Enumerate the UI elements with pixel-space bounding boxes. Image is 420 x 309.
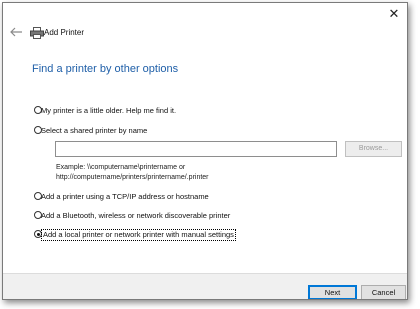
option-shared-printer-label: Select a shared printer by name	[41, 126, 148, 135]
example-line-1: Example: \\computername\printername or	[56, 164, 186, 171]
close-icon[interactable]: ✕	[387, 7, 401, 21]
back-arrow-icon[interactable]	[9, 26, 23, 38]
option-bluetooth-printer-label: Add a Bluetooth, wireless or network dis…	[41, 211, 231, 220]
browse-button[interactable]: Browse...	[345, 141, 402, 157]
cancel-button[interactable]: Cancel	[361, 285, 406, 299]
add-printer-dialog: ✕ Add Printer Find a printer by other op…	[2, 2, 408, 300]
option-local-printer-label: Add a local printer or network printer w…	[41, 229, 236, 241]
example-line-2: http://computername/printers/printername…	[56, 174, 209, 181]
shared-printer-name-input[interactable]	[55, 141, 337, 157]
printer-icon	[30, 27, 44, 39]
next-button[interactable]: Next	[308, 285, 357, 299]
page-heading: Find a printer by other options	[32, 63, 179, 75]
option-tcpip-printer-label: Add a printer using a TCP/IP address or …	[41, 192, 209, 201]
radio-local-printer[interactable]	[34, 230, 42, 238]
window-title: Add Printer	[44, 28, 85, 37]
option-older-printer-label: My printer is a little older. Help me fi…	[41, 106, 177, 115]
